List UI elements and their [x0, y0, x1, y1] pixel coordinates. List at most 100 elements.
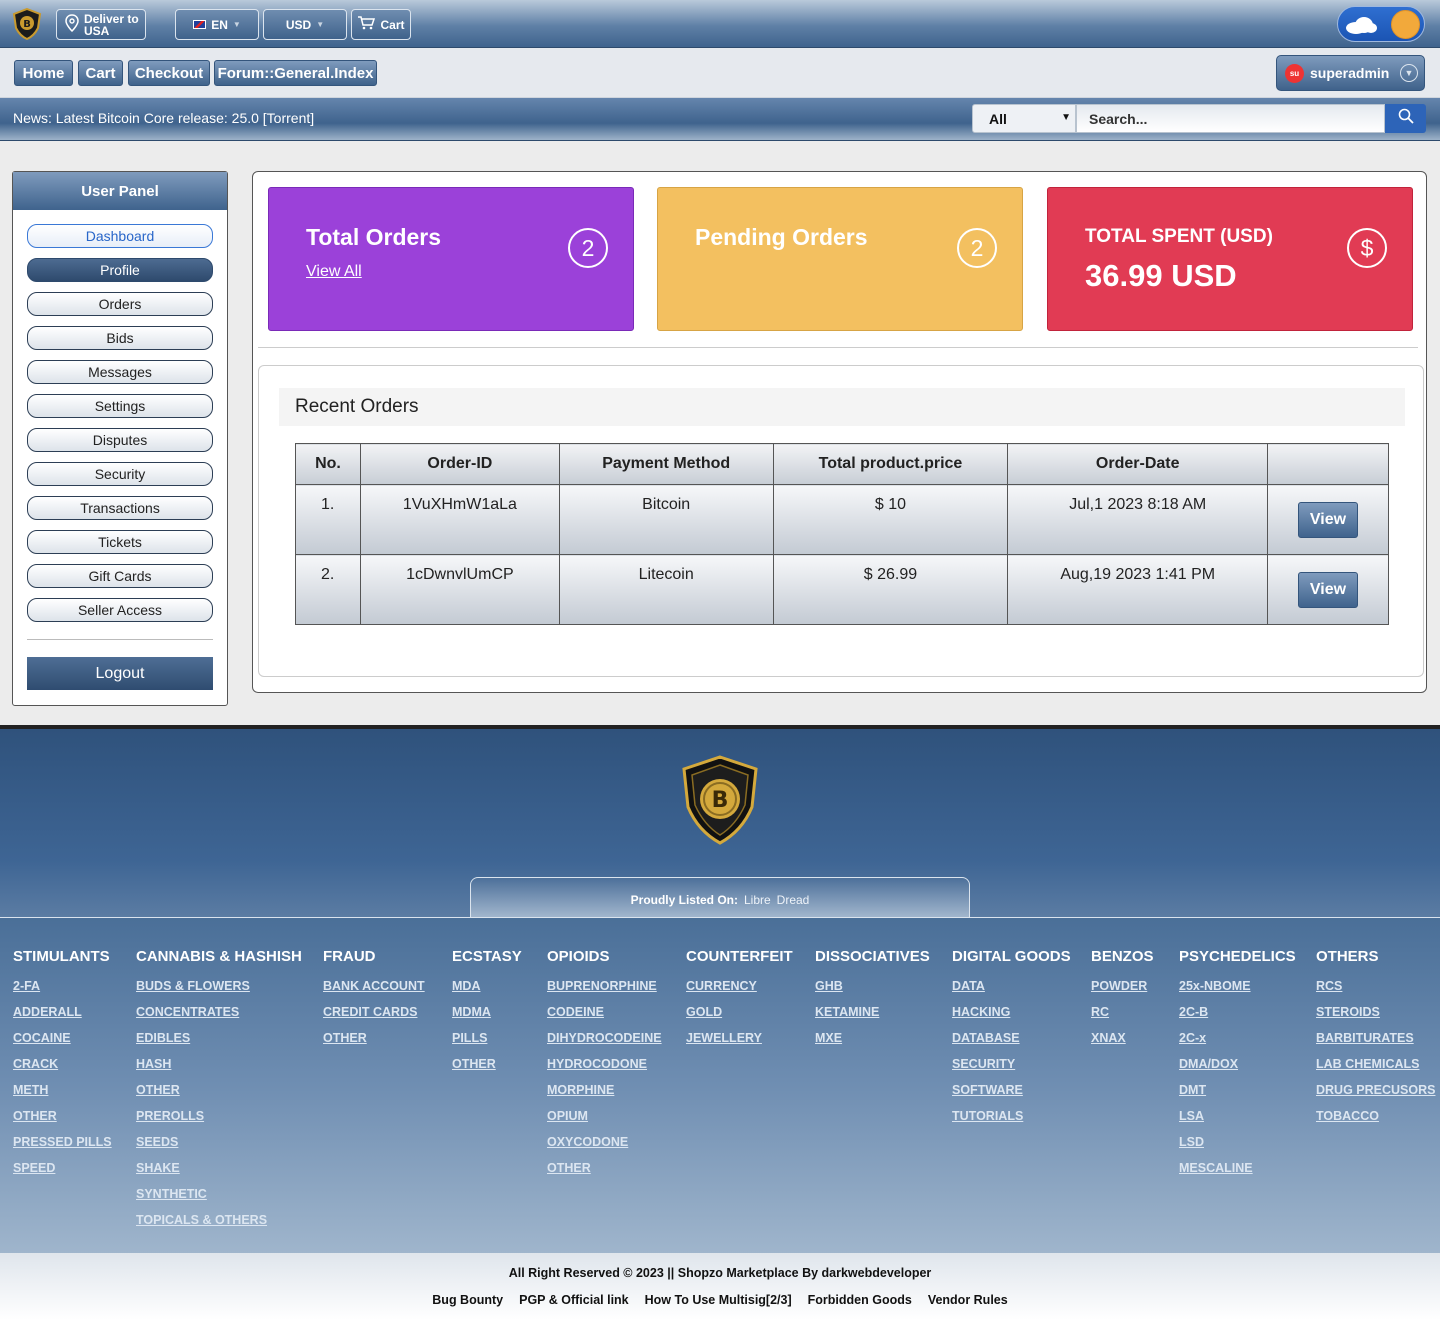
footer-link[interactable]: SYNTHETIC — [136, 1187, 302, 1213]
nav-home-button[interactable]: Home — [14, 60, 73, 86]
footer-link[interactable]: HASH — [136, 1057, 302, 1083]
footer-link[interactable]: SOFTWARE — [952, 1083, 1071, 1109]
footer-link[interactable]: COCAINE — [13, 1031, 112, 1057]
site-logo-icon[interactable]: B — [12, 7, 42, 41]
sidebar-item-profile[interactable]: Profile — [27, 258, 213, 282]
footer-link[interactable]: CONCENTRATES — [136, 1005, 302, 1031]
listed-site-dread[interactable]: Dread — [777, 893, 810, 907]
theme-toggle[interactable] — [1337, 6, 1425, 42]
footer-link[interactable]: ADDERALL — [13, 1005, 112, 1031]
sidebar-item-orders[interactable]: Orders — [27, 292, 213, 316]
footer-link[interactable]: 2-FA — [13, 979, 112, 1005]
footer-link[interactable]: CRACK — [13, 1057, 112, 1083]
footer-link[interactable]: OXYCODONE — [547, 1135, 662, 1161]
nav-checkout-button[interactable]: Checkout — [128, 60, 210, 86]
footer-link[interactable]: OTHER — [452, 1057, 522, 1083]
footer-link[interactable]: MXE — [815, 1031, 930, 1057]
footer-link[interactable]: LSA — [1179, 1109, 1296, 1135]
sidebar-item-seller-access[interactable]: Seller Access — [27, 598, 213, 622]
vendor-rules-link[interactable]: Vendor Rules — [928, 1293, 1008, 1307]
footer-link[interactable]: HYDROCODONE — [547, 1057, 662, 1083]
search-category-select[interactable]: All ▼ — [972, 104, 1076, 133]
footer-link[interactable]: JEWELLERY — [686, 1031, 793, 1057]
footer-link[interactable]: RC — [1091, 1005, 1154, 1031]
footer-link[interactable]: BUDS & FLOWERS — [136, 979, 302, 1005]
view-order-button[interactable]: View — [1298, 501, 1359, 538]
footer-link[interactable]: POWDER — [1091, 979, 1154, 1005]
sidebar-item-dashboard[interactable]: Dashboard — [27, 224, 213, 248]
sidebar-item-settings[interactable]: Settings — [27, 394, 213, 418]
sidebar-item-disputes[interactable]: Disputes — [27, 428, 213, 452]
footer-link[interactable]: HACKING — [952, 1005, 1071, 1031]
sidebar-item-gift-cards[interactable]: Gift Cards — [27, 564, 213, 588]
footer-link[interactable]: DMT — [1179, 1083, 1296, 1109]
user-menu-button[interactable]: su superadmin ▼ — [1276, 55, 1425, 91]
footer-link[interactable]: DRUG PRECUSORS — [1316, 1083, 1435, 1109]
sidebar-item-messages[interactable]: Messages — [27, 360, 213, 384]
nav-forum-button[interactable]: Forum::General.Index — [214, 60, 377, 86]
footer-link[interactable]: DATA — [952, 979, 1071, 1005]
footer-link[interactable]: OTHER — [136, 1083, 302, 1109]
search-button[interactable] — [1385, 104, 1426, 133]
footer-link[interactable]: TOPICALS & OTHERS — [136, 1213, 302, 1239]
footer-link[interactable]: DMA/DOX — [1179, 1057, 1296, 1083]
footer-link[interactable]: RCS — [1316, 979, 1435, 1005]
bug-bounty-link[interactable]: Bug Bounty — [432, 1293, 503, 1307]
footer-link[interactable]: MORPHINE — [547, 1083, 662, 1109]
footer-link[interactable]: DIHYDROCODEINE — [547, 1031, 662, 1057]
footer-link[interactable]: BUPRENORPHINE — [547, 979, 662, 1005]
footer-link[interactable]: OTHER — [323, 1031, 425, 1057]
footer-link[interactable]: PRESSED PILLS — [13, 1135, 112, 1161]
sidebar-item-security[interactable]: Security — [27, 462, 213, 486]
multisig-link[interactable]: How To Use Multisig[2/3] — [645, 1293, 792, 1307]
pgp-link[interactable]: PGP & Official link — [519, 1293, 629, 1307]
view-order-button[interactable]: View — [1298, 571, 1359, 608]
search-input[interactable]: Search... — [1076, 104, 1385, 133]
footer-link[interactable]: CREDIT CARDS — [323, 1005, 425, 1031]
footer-link[interactable]: BANK ACCOUNT — [323, 979, 425, 1005]
footer-link[interactable]: EDIBLES — [136, 1031, 302, 1057]
footer-link[interactable]: OPIUM — [547, 1109, 662, 1135]
footer-link[interactable]: TOBACCO — [1316, 1109, 1435, 1135]
currency-select[interactable]: USD ▼ — [263, 9, 347, 40]
sidebar-item-bids[interactable]: Bids — [27, 326, 213, 350]
footer-link[interactable]: CODEINE — [547, 1005, 662, 1031]
footer-link[interactable]: OTHER — [547, 1161, 662, 1187]
language-select[interactable]: EN ▼ — [175, 9, 259, 40]
footer-link[interactable]: MDMA — [452, 1005, 522, 1031]
sidebar-item-tickets[interactable]: Tickets — [27, 530, 213, 554]
forbidden-goods-link[interactable]: Forbidden Goods — [808, 1293, 912, 1307]
footer-link[interactable]: MDA — [452, 979, 522, 1005]
footer-link[interactable]: SPEED — [13, 1161, 112, 1187]
footer-link[interactable]: GHB — [815, 979, 930, 1005]
footer-link[interactable]: PREROLLS — [136, 1109, 302, 1135]
footer-link[interactable]: LSD — [1179, 1135, 1296, 1161]
footer-link[interactable]: MESCALINE — [1179, 1161, 1296, 1187]
deliver-to-button[interactable]: Deliver to USA — [56, 9, 146, 40]
nav-cart-button[interactable]: Cart — [78, 60, 123, 86]
view-all-link[interactable]: View All — [306, 263, 362, 281]
footer-link[interactable]: METH — [13, 1083, 112, 1109]
footer-link[interactable]: DATABASE — [952, 1031, 1071, 1057]
footer-link[interactable]: 25x-NBOME — [1179, 979, 1296, 1005]
listed-site-libre[interactable]: Libre — [744, 893, 771, 907]
logout-button[interactable]: Logout — [27, 657, 213, 690]
footer-link[interactable]: 2C-B — [1179, 1005, 1296, 1031]
footer-link[interactable]: GOLD — [686, 1005, 793, 1031]
footer-link[interactable]: PILLS — [452, 1031, 522, 1057]
footer-link[interactable]: SHAKE — [136, 1161, 302, 1187]
sidebar-item-transactions[interactable]: Transactions — [27, 496, 213, 520]
news-ticker[interactable]: News: Latest Bitcoin Core release: 25.0 … — [13, 110, 314, 126]
footer-link[interactable]: XNAX — [1091, 1031, 1154, 1057]
footer-link[interactable]: 2C-x — [1179, 1031, 1296, 1057]
footer-link[interactable]: STEROIDS — [1316, 1005, 1435, 1031]
footer-link[interactable]: OTHER — [13, 1109, 112, 1135]
footer-link[interactable]: SEEDS — [136, 1135, 302, 1161]
footer-link[interactable]: CURRENCY — [686, 979, 793, 1005]
footer-link[interactable]: SECURITY — [952, 1057, 1071, 1083]
top-cart-button[interactable]: Cart — [351, 9, 411, 40]
footer-link[interactable]: LAB CHEMICALS — [1316, 1057, 1435, 1083]
footer-link[interactable]: BARBITURATES — [1316, 1031, 1435, 1057]
footer-link[interactable]: KETAMINE — [815, 1005, 930, 1031]
footer-link[interactable]: TUTORIALS — [952, 1109, 1071, 1135]
